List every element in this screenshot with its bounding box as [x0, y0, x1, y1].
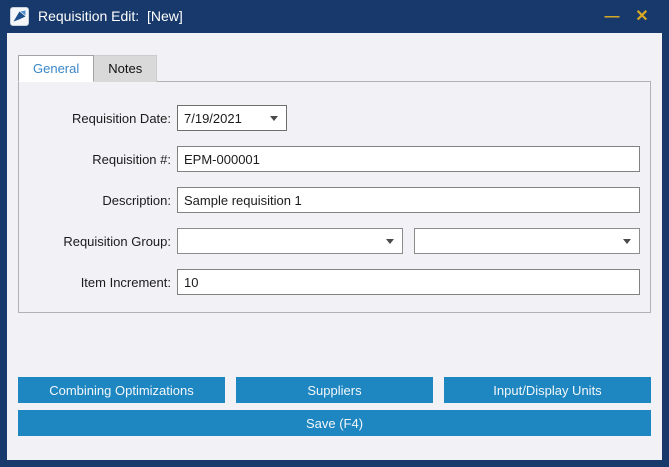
- tab-notes-label: Notes: [108, 61, 142, 76]
- tab-strip: General Notes: [18, 55, 651, 82]
- description-row: Description:: [29, 187, 640, 213]
- requisition-number-label: Requisition #:: [29, 152, 177, 167]
- description-input[interactable]: [177, 187, 640, 213]
- chevron-down-icon: [623, 239, 631, 244]
- general-tab-panel: Requisition Date: 7/19/2021 Requisition …: [18, 81, 651, 313]
- input-display-units-button[interactable]: Input/Display Units: [444, 377, 651, 403]
- item-increment-label: Item Increment:: [29, 275, 177, 290]
- requisition-date-label: Requisition Date:: [29, 111, 177, 126]
- requisition-group-row: Requisition Group:: [29, 228, 640, 254]
- requisition-number-row: Requisition #:: [29, 146, 640, 172]
- combining-optimizations-button[interactable]: Combining Optimizations: [18, 377, 225, 403]
- chevron-down-icon: [270, 116, 278, 121]
- requisition-date-value: 7/19/2021: [184, 111, 264, 126]
- title-bar: Requisition Edit: [New] — ✕: [0, 0, 669, 33]
- chevron-down-icon: [386, 239, 394, 244]
- app-logo-icon: [10, 7, 29, 26]
- action-button-row: Combining Optimizations Suppliers Input/…: [18, 377, 651, 403]
- requisition-date-combo[interactable]: 7/19/2021: [177, 105, 287, 131]
- requisition-group-combos: [177, 228, 640, 254]
- window-title: Requisition Edit: [New]: [38, 0, 597, 33]
- requisition-edit-window: Requisition Edit: [New] — ✕ General Note…: [0, 0, 669, 467]
- dialog-content: General Notes Requisition Date: 7/19/202…: [0, 33, 669, 467]
- suppliers-button[interactable]: Suppliers: [236, 377, 433, 403]
- item-increment-row: Item Increment:: [29, 269, 640, 295]
- requisition-number-input[interactable]: [177, 146, 640, 172]
- close-button[interactable]: ✕: [627, 0, 657, 33]
- requisition-group-label: Requisition Group:: [29, 234, 177, 249]
- requisition-group-secondary-combo[interactable]: [414, 228, 640, 254]
- save-button[interactable]: Save (F4): [18, 410, 651, 436]
- description-label: Description:: [29, 193, 177, 208]
- requisition-date-row: Requisition Date: 7/19/2021: [29, 105, 640, 131]
- tab-notes[interactable]: Notes: [94, 55, 157, 82]
- tab-general[interactable]: General: [18, 55, 94, 82]
- tab-general-label: General: [33, 61, 79, 76]
- minimize-button[interactable]: —: [597, 0, 627, 33]
- requisition-group-primary-combo[interactable]: [177, 228, 403, 254]
- item-increment-input[interactable]: [177, 269, 640, 295]
